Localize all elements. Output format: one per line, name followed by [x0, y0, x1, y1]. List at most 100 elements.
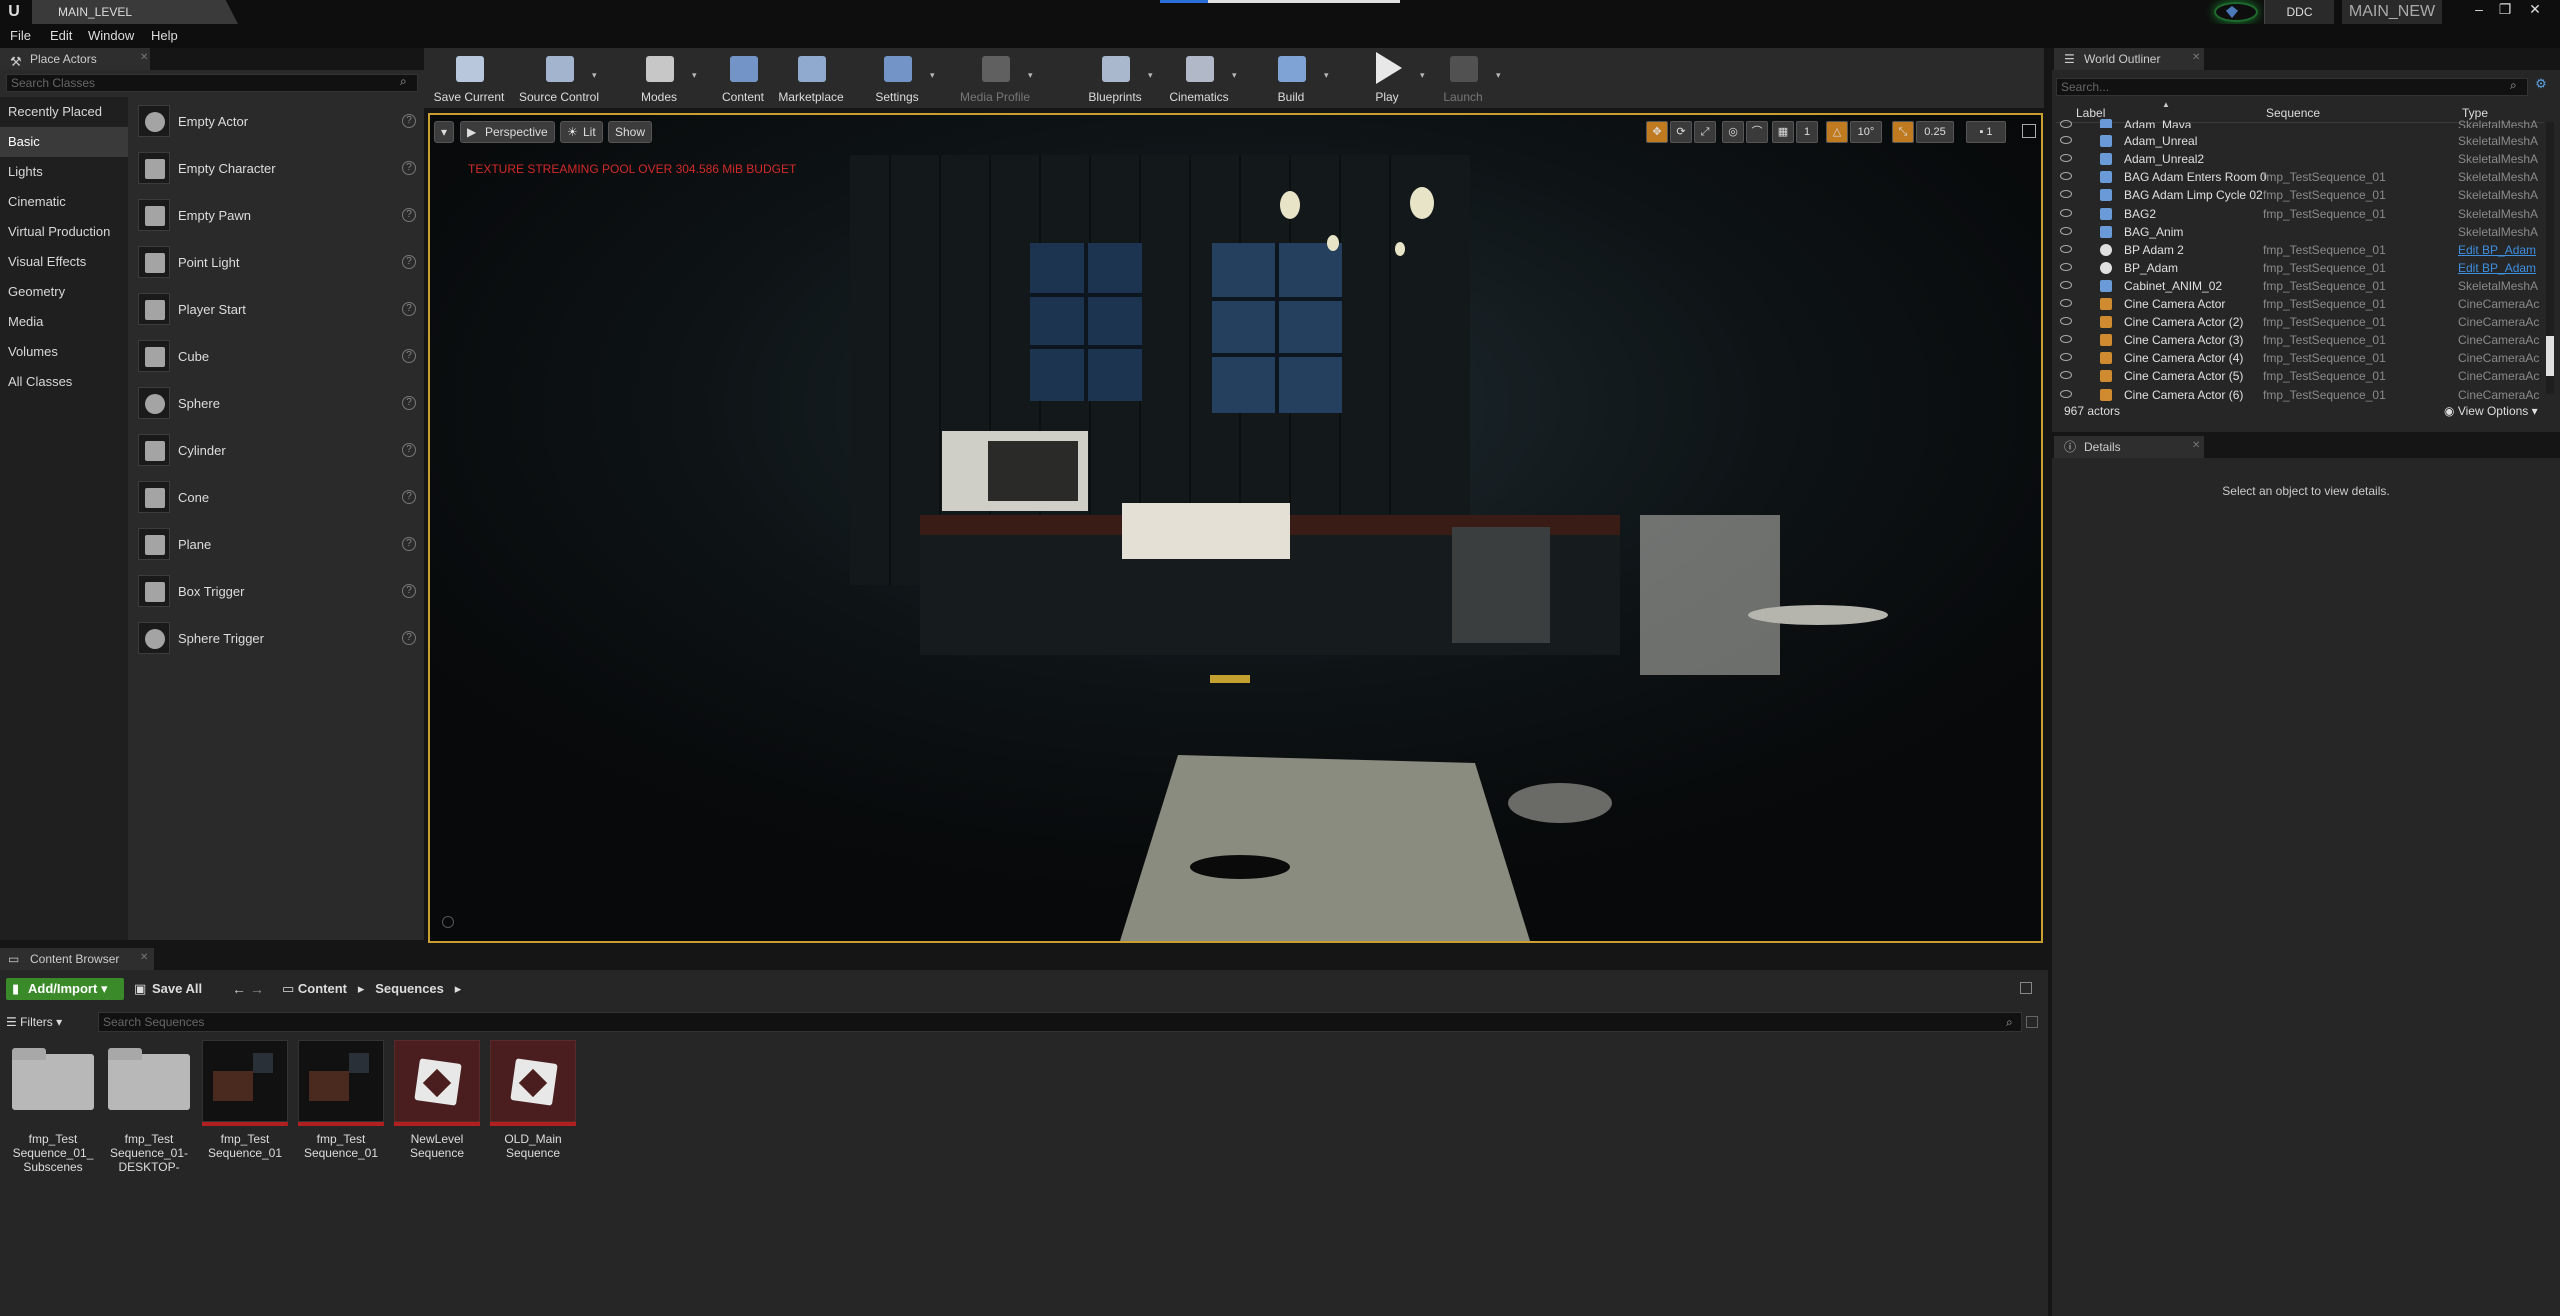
outliner-row[interactable]: Cine Camera Actor (5) fmp_TestSequence_01…: [2058, 367, 2542, 385]
help-icon[interactable]: ?: [402, 161, 416, 175]
maximize-button[interactable]: ❐: [2492, 0, 2518, 20]
marketplace-button[interactable]: Marketplace: [766, 48, 856, 108]
actor-item[interactable]: Player Start?: [132, 286, 422, 333]
outliner-row[interactable]: BAG2 fmp_TestSequence_01 SkeletalMeshA: [2058, 205, 2542, 223]
search-sequences-input[interactable]: Search Sequences: [98, 1012, 2022, 1032]
blueprints-button[interactable]: Blueprints: [1070, 48, 1160, 108]
content-browser-tab[interactable]: ▭ Content Browser: [0, 948, 154, 970]
camera-speed-button[interactable]: ▪ 1: [1966, 121, 2006, 143]
outliner-row[interactable]: Cine Camera Actor (6) fmp_TestSequence_01…: [2058, 386, 2542, 404]
settings-button[interactable]: Settings: [852, 48, 942, 108]
breadcrumb-sequences[interactable]: Sequences: [375, 981, 444, 996]
modes-button[interactable]: Modes: [614, 48, 704, 108]
close-tab-icon[interactable]: ✕: [2192, 440, 2200, 451]
visibility-eye-icon[interactable]: [2060, 172, 2072, 181]
outliner-search-input[interactable]: Search...: [2056, 78, 2528, 96]
category-geometry[interactable]: Geometry: [0, 277, 128, 307]
lit-button[interactable]: ☀ Lit: [560, 121, 603, 143]
outliner-row[interactable]: Adam_Unreal SkeletalMeshA: [2058, 132, 2542, 150]
outliner-row[interactable]: BAG Adam Limp Cycle 02 fmp_TestSequence_0…: [2058, 186, 2542, 204]
outliner-row[interactable]: BAG_Anim SkeletalMeshA: [2058, 223, 2542, 241]
level-tab[interactable]: MAIN_LEVEL: [32, 0, 238, 24]
visibility-eye-icon[interactable]: [2060, 262, 2072, 271]
visibility-eye-icon[interactable]: [2060, 154, 2072, 163]
actor-item[interactable]: Sphere Trigger?: [132, 615, 422, 662]
help-icon[interactable]: ?: [402, 490, 416, 504]
actor-item[interactable]: Box Trigger?: [132, 568, 422, 615]
visibility-eye-icon[interactable]: [2060, 136, 2072, 145]
menu-help[interactable]: Help: [151, 24, 178, 48]
help-icon[interactable]: ?: [402, 208, 416, 222]
outliner-row[interactable]: BAG Adam Enters Room 0 fmp_TestSequence_0…: [2058, 168, 2542, 186]
breadcrumb-content[interactable]: Content: [298, 981, 347, 996]
category-media[interactable]: Media: [0, 307, 128, 337]
cinematics-button[interactable]: Cinematics: [1154, 48, 1244, 108]
edit-blueprint-link[interactable]: Edit BP_Adam: [2458, 241, 2542, 259]
rotation-snap-value[interactable]: 10°: [1850, 121, 1882, 143]
move-tool-icon[interactable]: ✥: [1646, 121, 1668, 143]
grid-snap-icon[interactable]: ▦: [1772, 121, 1794, 143]
menu-window[interactable]: Window: [88, 24, 134, 48]
actor-item[interactable]: Cylinder?: [132, 427, 422, 474]
visibility-eye-icon[interactable]: [2060, 226, 2072, 235]
outliner-row[interactable]: Adam_Unreal2 SkeletalMeshA: [2058, 150, 2542, 168]
unreal-logo-icon[interactable]: U: [4, 2, 24, 22]
world-outliner-tab[interactable]: ☰ World Outliner: [2054, 48, 2204, 70]
outliner-row[interactable]: Cine Camera Actor (3) fmp_TestSequence_01…: [2058, 331, 2542, 349]
help-icon[interactable]: ?: [402, 443, 416, 457]
actor-item[interactable]: Cone?: [132, 474, 422, 521]
visibility-eye-icon[interactable]: [2060, 299, 2072, 307]
dropdown-arrow-icon[interactable]: ▾: [1028, 70, 1038, 80]
outliner-settings-icon[interactable]: ⚙: [2532, 76, 2550, 94]
level-viewport[interactable]: [428, 113, 2043, 943]
build-button[interactable]: Build: [1246, 48, 1336, 108]
category-all-classes[interactable]: All Classes: [0, 367, 128, 397]
dropdown-arrow-icon[interactable]: ▾: [1232, 70, 1242, 80]
rotation-snap-icon[interactable]: △: [1826, 121, 1848, 143]
dropdown-arrow-icon[interactable]: ▾: [930, 70, 940, 80]
visibility-eye-icon[interactable]: [2060, 317, 2072, 326]
add-import-button[interactable]: ▮ Add/Import ▾: [6, 978, 124, 1000]
edit-blueprint-link[interactable]: Edit BP_Adam: [2458, 259, 2542, 277]
actor-item[interactable]: Cube?: [132, 333, 422, 380]
help-icon[interactable]: ?: [402, 537, 416, 551]
visibility-eye-icon[interactable]: [2060, 190, 2072, 199]
outliner-row[interactable]: Adam_Maya SkeletalMeshA: [2058, 116, 2542, 128]
actor-item[interactable]: Point Light?: [132, 239, 422, 286]
category-virtual-production[interactable]: Virtual Production: [0, 217, 128, 247]
forward-arrow-icon[interactable]: →: [250, 978, 264, 1000]
outliner-scroll-thumb[interactable]: [2546, 336, 2554, 376]
category-cinematic[interactable]: Cinematic: [0, 187, 128, 217]
filters-button[interactable]: ☰ Filters ▾: [6, 1012, 62, 1032]
close-tab-icon[interactable]: ✕: [140, 952, 148, 963]
save-search-icon[interactable]: [2026, 1016, 2038, 1028]
outliner-row[interactable]: Cabinet_ANIM_02 fmp_TestSequence_01 Skelet…: [2058, 277, 2542, 295]
help-icon[interactable]: ?: [402, 584, 416, 598]
visibility-eye-icon[interactable]: [2060, 120, 2072, 128]
search-classes-input[interactable]: Search Classes: [6, 74, 418, 92]
actor-item[interactable]: Empty Actor?: [132, 98, 422, 145]
dropdown-arrow-icon[interactable]: ▾: [1496, 70, 1506, 80]
category-visual-effects[interactable]: Visual Effects: [0, 247, 128, 277]
help-icon[interactable]: ?: [402, 349, 416, 363]
minimize-button[interactable]: –: [2466, 0, 2492, 20]
view-options-button[interactable]: ◉ View Options ▾: [2444, 404, 2538, 418]
show-button[interactable]: Show: [608, 121, 653, 143]
menu-file[interactable]: File: [10, 24, 31, 48]
visibility-eye-icon[interactable]: [2060, 353, 2072, 362]
scale-snap-value[interactable]: 0.25: [1916, 121, 1954, 143]
outliner-row[interactable]: BP Adam 2 fmp_TestSequence_01 Edit BP_Adam: [2058, 241, 2542, 259]
visibility-eye-icon[interactable]: [2060, 371, 2072, 380]
source-control-button[interactable]: Source Control: [514, 48, 604, 108]
perspective-button[interactable]: ▶ Perspective: [460, 121, 555, 143]
category-basic[interactable]: Basic: [0, 127, 128, 157]
save-button[interactable]: Save Current: [424, 48, 514, 108]
save-all-button[interactable]: ▣ Save All: [134, 978, 202, 1000]
outliner-row[interactable]: Cine Camera Actor (2) fmp_TestSequence_01…: [2058, 313, 2542, 331]
grid-size-value[interactable]: 1: [1796, 121, 1818, 143]
visibility-eye-icon[interactable]: [2060, 280, 2072, 289]
outliner-row[interactable]: BP_Adam fmp_TestSequence_01 Edit BP_Adam: [2058, 259, 2542, 277]
outliner-row[interactable]: Cine Camera Actor fmp_TestSequence_01 Cine…: [2058, 295, 2542, 313]
close-tab-icon[interactable]: ✕: [140, 52, 148, 63]
help-icon[interactable]: ?: [402, 396, 416, 410]
